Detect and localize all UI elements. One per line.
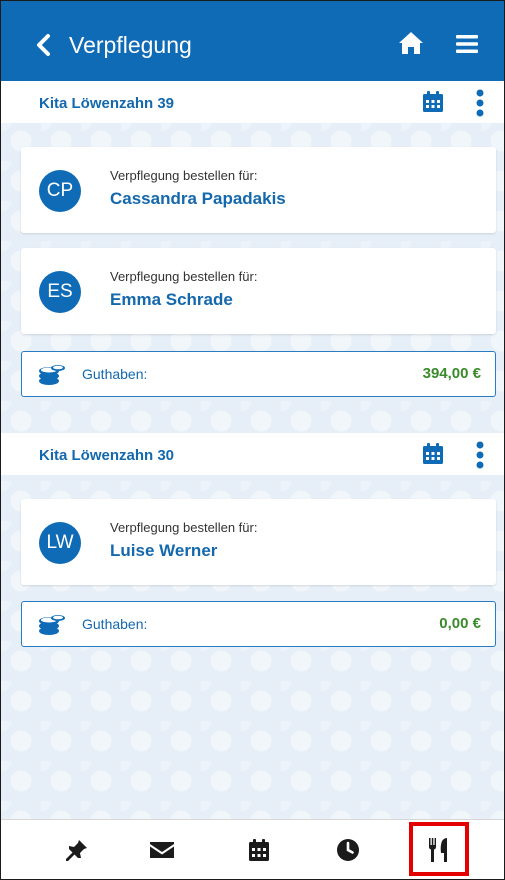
- kita-more-button[interactable]: [475, 88, 485, 118]
- child-name: Emma Schrade: [110, 290, 233, 309]
- calendar-icon: [249, 839, 269, 861]
- kita-name: Kita Löwenzahn 30: [39, 447, 175, 464]
- nav-messages[interactable]: [112, 820, 212, 879]
- kita-header: Kita Löwenzahn 30: [1, 433, 504, 475]
- balance-label: Guthaben:: [82, 616, 148, 632]
- kita-calendar-button[interactable]: [421, 90, 445, 114]
- kita-more-button[interactable]: [475, 440, 485, 470]
- kita-header: Kita Löwenzahn 39: [1, 81, 504, 123]
- more-vertical-icon: [476, 89, 484, 117]
- avatar: LW: [39, 522, 81, 564]
- coins-icon: [39, 365, 65, 385]
- envelope-icon: [150, 842, 174, 858]
- clock-icon: [337, 839, 359, 861]
- child-card[interactable]: CP Verpflegung bestellen für: Cassandra …: [21, 147, 496, 233]
- child-name: Luise Werner: [110, 541, 218, 560]
- chevron-left-icon: [37, 34, 50, 56]
- menu-button[interactable]: [456, 34, 478, 54]
- balance-label: Guthaben:: [82, 366, 148, 382]
- page-title: Verpflegung: [69, 32, 192, 58]
- home-button[interactable]: [397, 30, 425, 56]
- nav-meals[interactable]: [405, 820, 504, 879]
- order-prompt: Verpflegung bestellen für:: [110, 269, 258, 284]
- pin-icon: [66, 840, 87, 861]
- kita-calendar-button[interactable]: [421, 442, 445, 466]
- home-icon: [399, 32, 423, 54]
- app-header: Verpflegung: [1, 1, 504, 89]
- child-card[interactable]: ES Verpflegung bestellen für: Emma Schra…: [21, 248, 496, 334]
- app-frame: Verpflegung Kita Löwenzahn 39 CP Verpfle…: [0, 0, 505, 880]
- balance-row[interactable]: Guthaben: 0,00 €: [21, 601, 496, 647]
- more-vertical-icon: [476, 441, 484, 469]
- avatar: ES: [39, 271, 81, 313]
- child-name: Cassandra Papadakis: [110, 189, 286, 208]
- balance-amount: 394,00 €: [422, 365, 481, 382]
- avatar: CP: [39, 170, 81, 212]
- nav-times[interactable]: [298, 820, 398, 879]
- nav-calendar[interactable]: [209, 820, 309, 879]
- back-button[interactable]: [33, 31, 55, 59]
- order-prompt: Verpflegung bestellen für:: [110, 168, 258, 183]
- fork-knife-icon: [429, 838, 447, 862]
- kita-name: Kita Löwenzahn 39: [39, 95, 175, 112]
- order-prompt: Verpflegung bestellen für:: [110, 520, 258, 535]
- calendar-icon: [423, 443, 443, 464]
- bottom-navigation: [1, 819, 504, 879]
- coins-icon: [39, 615, 65, 635]
- hamburger-menu-icon: [456, 35, 478, 53]
- balance-row[interactable]: Guthaben: 394,00 €: [21, 351, 496, 397]
- child-card[interactable]: LW Verpflegung bestellen für: Luise Wern…: [21, 499, 496, 585]
- calendar-icon: [423, 91, 443, 112]
- balance-amount: 0,00 €: [439, 615, 481, 632]
